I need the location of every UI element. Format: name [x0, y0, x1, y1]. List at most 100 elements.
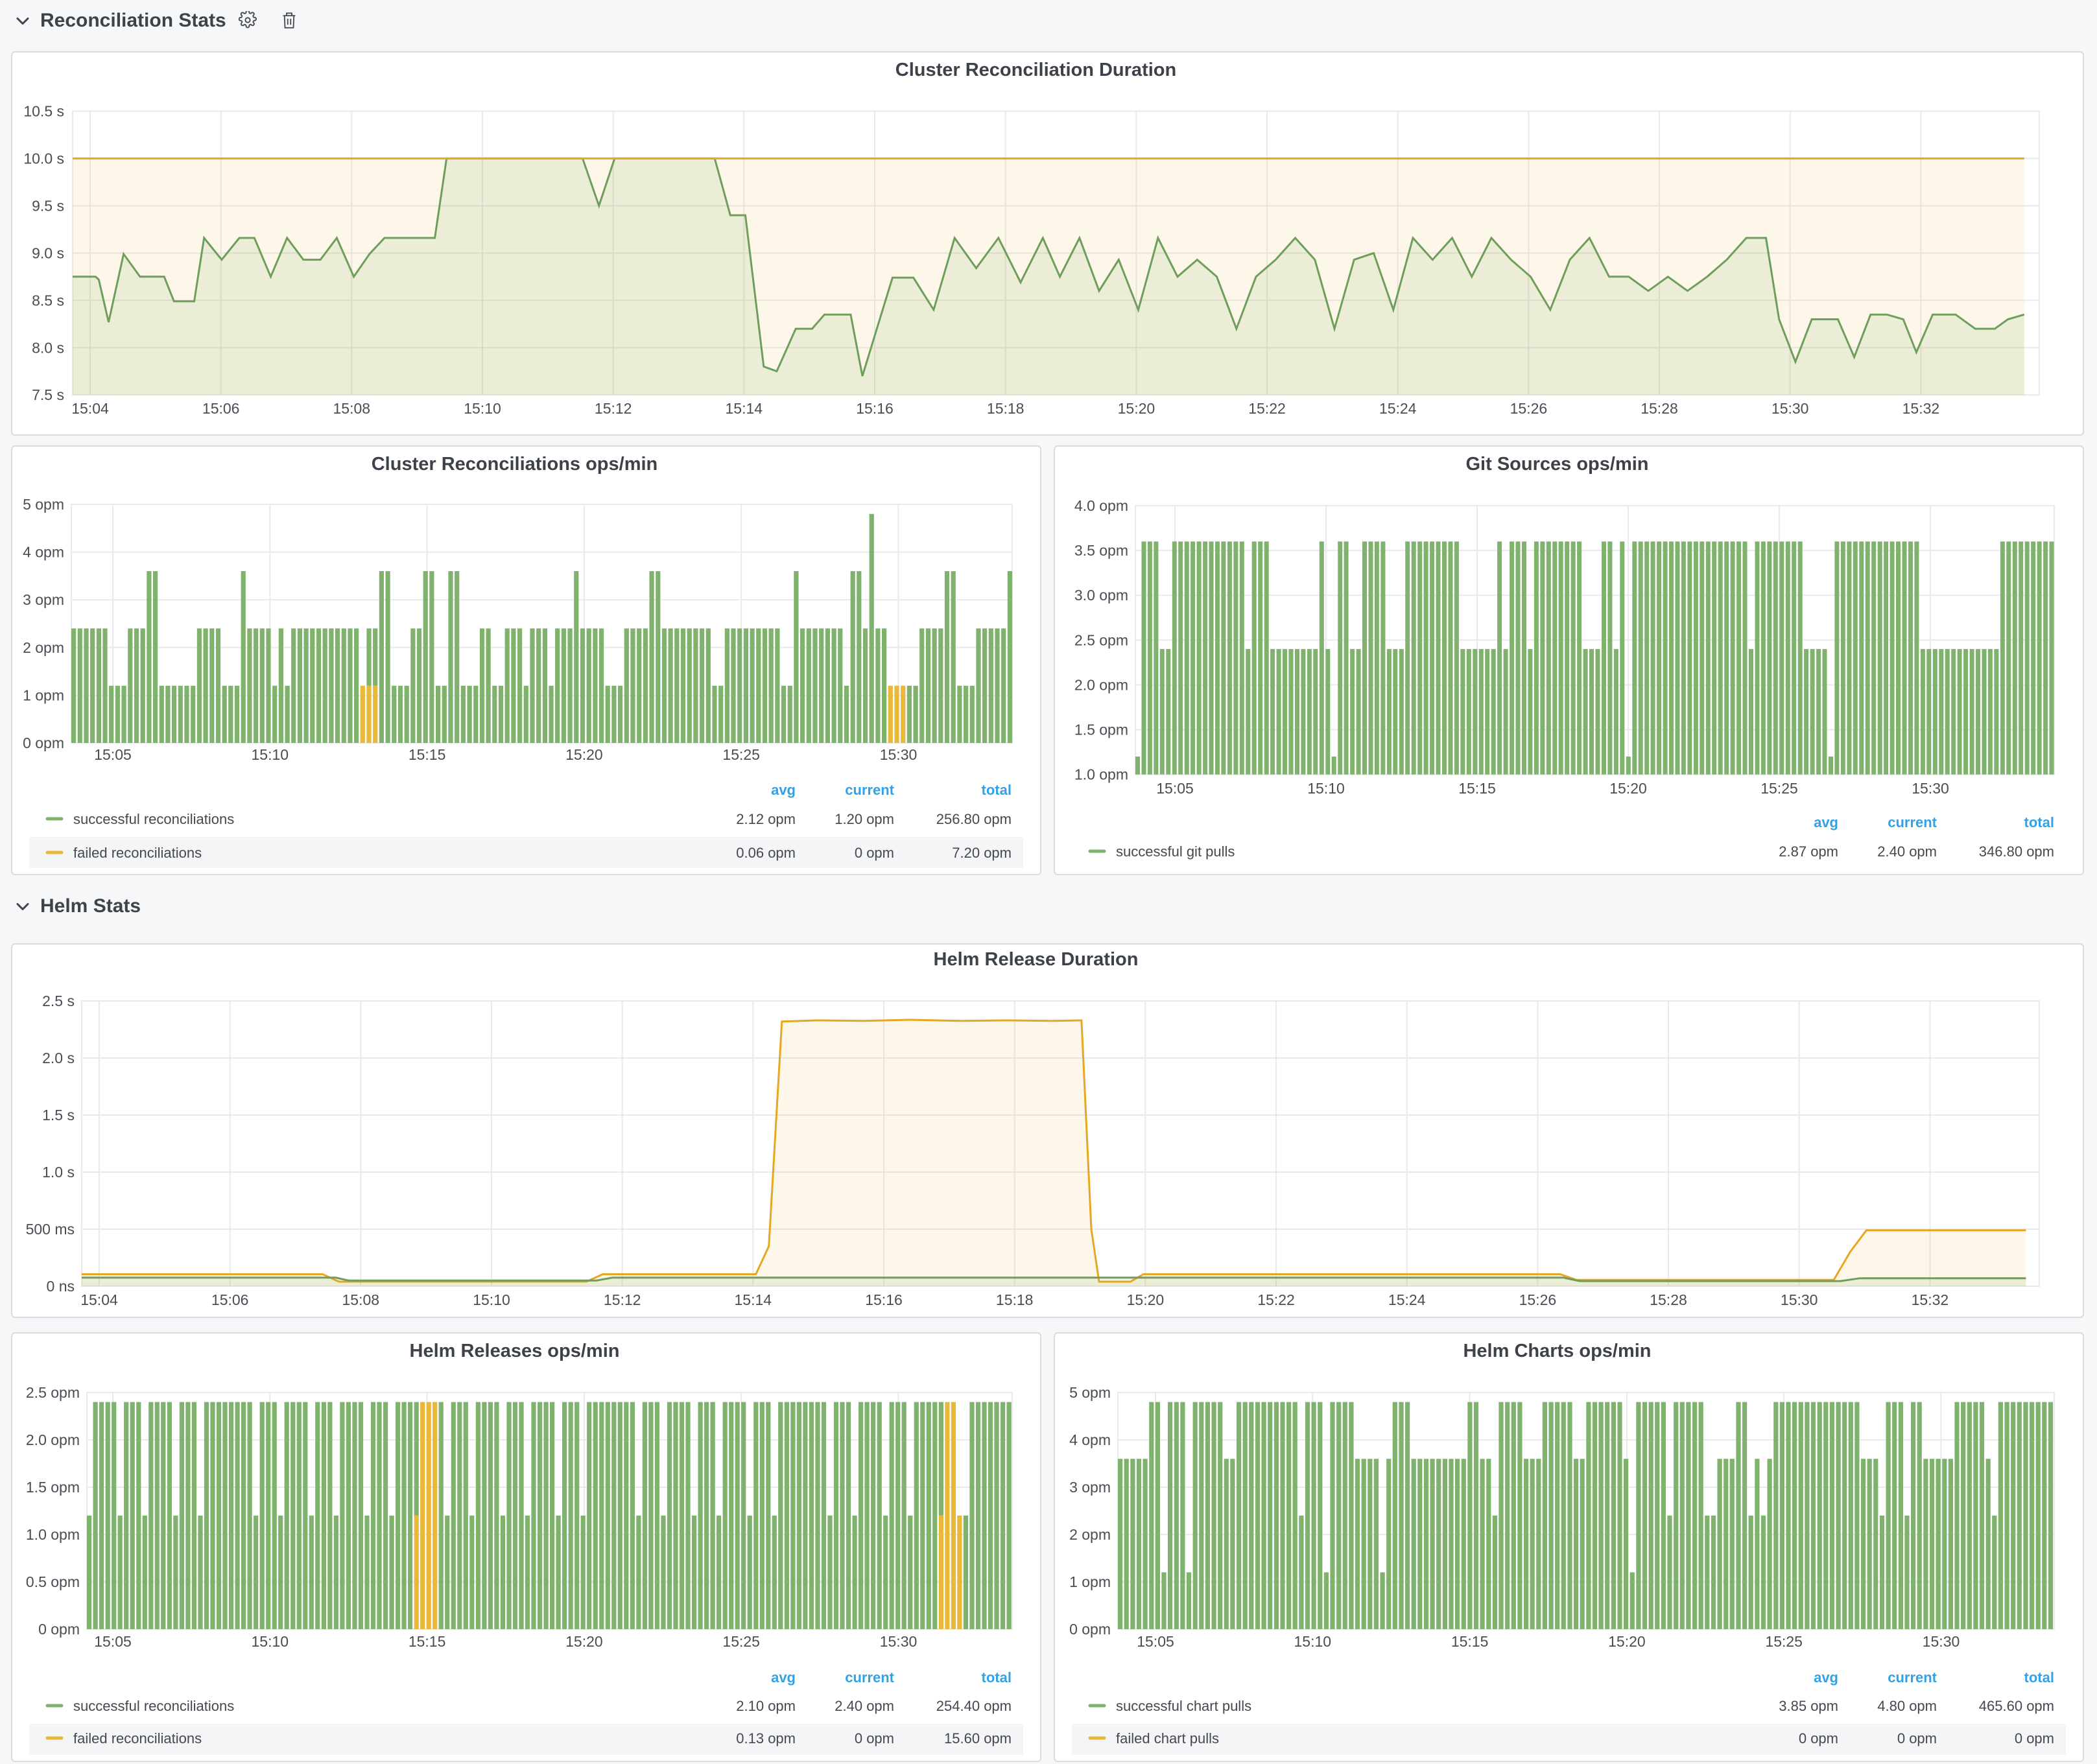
svg-text:15:20: 15:20	[565, 746, 603, 763]
svg-text:0 opm: 0 opm	[1069, 1621, 1111, 1638]
svg-text:15:32: 15:32	[1912, 1291, 1949, 1308]
svg-text:total: total	[2024, 814, 2054, 830]
svg-text:Helm Releases ops/min: Helm Releases ops/min	[410, 1341, 620, 1361]
svg-text:15:24: 15:24	[1379, 400, 1417, 417]
svg-text:15:28: 15:28	[1650, 1291, 1687, 1308]
svg-text:9.5 s: 9.5 s	[32, 197, 64, 214]
svg-text:15:26: 15:26	[1519, 1291, 1557, 1308]
svg-text:successful reconciliations: successful reconciliations	[73, 811, 234, 827]
svg-text:15:25: 15:25	[1760, 780, 1798, 797]
svg-text:15:04: 15:04	[71, 400, 109, 417]
svg-text:1.5 opm: 1.5 opm	[1074, 722, 1128, 738]
svg-text:2.5 opm: 2.5 opm	[1074, 631, 1128, 648]
svg-text:4 opm: 4 opm	[1069, 1431, 1111, 1448]
svg-text:15:28: 15:28	[1641, 400, 1678, 417]
svg-text:1 opm: 1 opm	[23, 687, 64, 703]
svg-text:1.5 s: 1.5 s	[42, 1107, 75, 1123]
svg-text:15:05: 15:05	[94, 1633, 132, 1650]
svg-text:3 opm: 3 opm	[23, 591, 64, 608]
svg-text:4 opm: 4 opm	[23, 544, 64, 561]
svg-text:Helm Release Duration: Helm Release Duration	[934, 949, 1139, 970]
svg-text:2.5 opm: 2.5 opm	[26, 1384, 80, 1401]
svg-text:0 opm: 0 opm	[2015, 1730, 2054, 1746]
svg-text:15:16: 15:16	[856, 400, 894, 417]
svg-text:15:15: 15:15	[409, 746, 446, 763]
svg-text:successful git pulls: successful git pulls	[1116, 843, 1235, 860]
svg-text:15:25: 15:25	[722, 1633, 760, 1650]
svg-text:254.40 opm: 254.40 opm	[936, 1698, 1012, 1714]
svg-text:15:10: 15:10	[252, 1633, 289, 1650]
svg-text:Helm Charts ops/min: Helm Charts ops/min	[1463, 1341, 1651, 1361]
svg-text:failed chart pulls: failed chart pulls	[1116, 1730, 1219, 1746]
svg-text:1 opm: 1 opm	[1069, 1573, 1111, 1590]
svg-text:2.87 opm: 2.87 opm	[1779, 843, 1838, 860]
svg-text:15:26: 15:26	[1510, 400, 1548, 417]
svg-text:successful reconciliations: successful reconciliations	[73, 1698, 234, 1714]
svg-text:15:15: 15:15	[409, 1633, 446, 1650]
svg-text:5 opm: 5 opm	[1069, 1384, 1111, 1401]
svg-text:0 opm: 0 opm	[23, 735, 64, 751]
svg-text:15:14: 15:14	[735, 1291, 772, 1308]
svg-text:10.0 s: 10.0 s	[23, 150, 64, 167]
svg-text:avg: avg	[771, 1669, 796, 1686]
svg-text:256.80 opm: 256.80 opm	[936, 811, 1012, 827]
svg-text:15:25: 15:25	[1765, 1633, 1803, 1650]
svg-text:failed reconciliations: failed reconciliations	[73, 845, 202, 861]
svg-text:2 opm: 2 opm	[1069, 1526, 1111, 1543]
svg-text:15:20: 15:20	[1609, 780, 1647, 797]
svg-text:0 opm: 0 opm	[38, 1621, 80, 1638]
svg-text:0.5 opm: 0.5 opm	[26, 1573, 80, 1590]
svg-text:1.0 opm: 1.0 opm	[26, 1526, 80, 1543]
svg-text:15:22: 15:22	[1257, 1291, 1295, 1308]
svg-text:500 ms: 500 ms	[26, 1221, 75, 1238]
svg-text:1.0 opm: 1.0 opm	[1074, 766, 1128, 783]
svg-text:Cluster Reconciliation Duratio: Cluster Reconciliation Duration	[895, 60, 1176, 80]
svg-text:1.20 opm: 1.20 opm	[835, 811, 894, 827]
svg-text:15:20: 15:20	[1127, 1291, 1165, 1308]
svg-text:15:10: 15:10	[464, 400, 501, 417]
svg-text:15:20: 15:20	[1608, 1633, 1646, 1650]
svg-text:2.10 opm: 2.10 opm	[736, 1698, 796, 1714]
svg-text:0 ns: 0 ns	[47, 1278, 75, 1295]
svg-text:15:12: 15:12	[604, 1291, 641, 1308]
svg-text:3.0 opm: 3.0 opm	[1074, 587, 1128, 604]
svg-text:2.12 opm: 2.12 opm	[736, 811, 796, 827]
svg-text:346.80 opm: 346.80 opm	[1979, 843, 2054, 860]
svg-text:15:20: 15:20	[1118, 400, 1155, 417]
svg-text:2 opm: 2 opm	[23, 639, 64, 656]
svg-text:4.80 opm: 4.80 opm	[1877, 1698, 1937, 1714]
svg-text:current: current	[1888, 1669, 1937, 1686]
svg-text:15:30: 15:30	[1923, 1633, 1960, 1650]
svg-text:15:05: 15:05	[1137, 1633, 1174, 1650]
svg-text:465.60 opm: 465.60 opm	[1979, 1698, 2054, 1714]
svg-text:15:20: 15:20	[565, 1633, 603, 1650]
svg-text:15:30: 15:30	[1781, 1291, 1818, 1308]
svg-text:avg: avg	[1814, 814, 1838, 830]
svg-text:15:15: 15:15	[1451, 1633, 1489, 1650]
svg-text:5 opm: 5 opm	[23, 496, 64, 513]
svg-text:0.13 opm: 0.13 opm	[736, 1730, 796, 1746]
svg-text:15:05: 15:05	[1156, 780, 1194, 797]
svg-text:15:32: 15:32	[1902, 400, 1940, 417]
svg-text:3 opm: 3 opm	[1069, 1479, 1111, 1496]
svg-text:2.40 opm: 2.40 opm	[835, 1698, 894, 1714]
svg-text:1.5 opm: 1.5 opm	[26, 1479, 80, 1496]
svg-text:15:08: 15:08	[342, 1291, 380, 1308]
svg-text:2.0 opm: 2.0 opm	[26, 1431, 80, 1448]
svg-text:failed reconciliations: failed reconciliations	[73, 1730, 202, 1746]
svg-text:0 opm: 0 opm	[1897, 1730, 1937, 1746]
svg-text:15:10: 15:10	[473, 1291, 510, 1308]
svg-text:0 opm: 0 opm	[1799, 1730, 1838, 1746]
svg-text:total: total	[2024, 1669, 2054, 1686]
svg-text:15:30: 15:30	[1771, 400, 1809, 417]
svg-text:0 opm: 0 opm	[855, 1730, 894, 1746]
svg-text:total: total	[982, 1669, 1012, 1686]
svg-text:0 opm: 0 opm	[855, 845, 894, 861]
svg-text:15:12: 15:12	[595, 400, 632, 417]
svg-text:15:18: 15:18	[987, 400, 1025, 417]
svg-text:current: current	[845, 782, 894, 798]
svg-text:avg: avg	[771, 782, 796, 798]
svg-text:2.5 s: 2.5 s	[42, 993, 75, 1009]
svg-text:15:10: 15:10	[252, 746, 289, 763]
svg-text:current: current	[1888, 814, 1937, 830]
